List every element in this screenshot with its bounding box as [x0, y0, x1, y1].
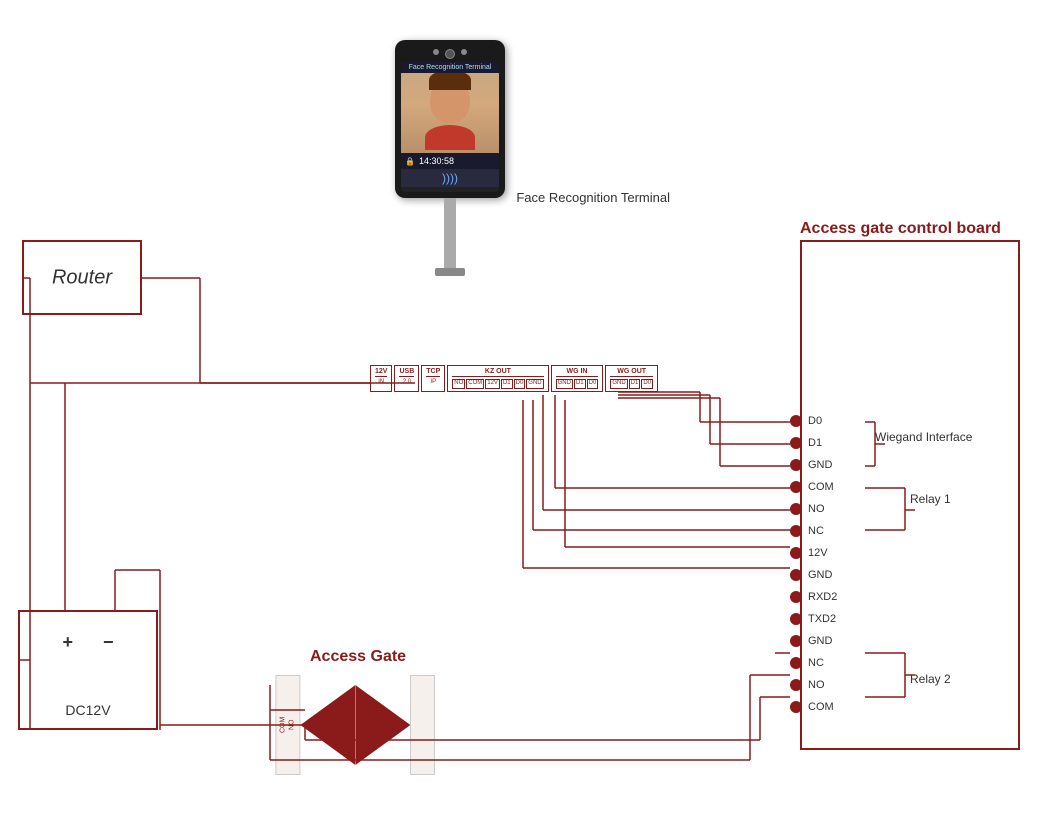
pin-dot-gnd2: [790, 569, 802, 581]
battery-box: + − DC12V: [18, 610, 158, 730]
conn-wgout: WG OUT GND D1 D0: [605, 365, 658, 392]
pin-row-d0: D0: [790, 410, 846, 432]
pin-label-gnd3: GND: [808, 635, 846, 647]
router-label: Router: [52, 266, 112, 289]
pin-label-nc: NC: [808, 525, 846, 537]
control-board-title: Access gate control board: [800, 220, 1001, 238]
pin-row-12v: 12V: [790, 542, 846, 564]
face-hair: [429, 73, 471, 90]
battery-label: DC12V: [65, 702, 110, 718]
access-gate-label: Access Gate: [310, 648, 406, 666]
lock-icon: 🔒: [405, 157, 415, 166]
terminal-screen: Face Recognition Terminal 🔒 14:30:58 )))…: [401, 62, 499, 192]
terminal-time: 🔒 14:30:58: [401, 153, 499, 169]
wiegand-label: Wiegand Interface: [875, 430, 972, 444]
pin-list: D0 D1 GND COM NO NC 12V: [790, 410, 846, 718]
time-display: 14:30:58: [419, 156, 454, 166]
status-bar: Face Recognition Terminal: [401, 62, 499, 73]
gate-wing-left: [300, 685, 355, 765]
conn-usb: USB 2.0: [394, 365, 419, 392]
pin-row-d1: D1: [790, 432, 846, 454]
pin-row-no: NO: [790, 498, 846, 520]
terminal-dot2: [461, 49, 467, 55]
conn-wgin: WG IN GND D1 D0: [551, 365, 604, 392]
pin-row-com: COM: [790, 476, 846, 498]
terminal-camera: [445, 49, 455, 59]
pin-row-no2: NO: [790, 674, 846, 696]
face-body: [425, 125, 475, 150]
pin-label-txd2: TXD2: [808, 613, 846, 625]
gate-wings: [300, 675, 410, 775]
nfc-icon: )))): [442, 171, 458, 185]
battery-terminals: + −: [62, 632, 113, 653]
pin-label-gnd1: GND: [808, 459, 846, 471]
pin-dot-rxd2: [790, 591, 802, 603]
terminal-label: Face Recognition Terminal: [516, 190, 670, 205]
pin-label-gnd2: GND: [808, 569, 846, 581]
pin-dot-nc: [790, 525, 802, 537]
battery-positive: +: [62, 632, 73, 653]
pin-dot-d0: [790, 415, 802, 427]
pin-dot-com: [790, 481, 802, 493]
pin-dot-no: [790, 503, 802, 515]
relay2-label: Relay 2: [910, 672, 951, 686]
pin-dot-nc2: [790, 657, 802, 669]
terminal-pole: [444, 198, 456, 268]
terminal-device: Face Recognition Terminal 🔒 14:30:58 )))…: [370, 40, 530, 276]
pin-label-com: COM: [808, 481, 846, 493]
gate-pin-no: NO: [289, 720, 296, 731]
pin-label-12v: 12V: [808, 547, 846, 559]
face-head: [430, 78, 470, 123]
battery-negative: −: [103, 632, 114, 653]
pin-row-nc2: NC: [790, 652, 846, 674]
conn-tcp: TCP IP: [421, 365, 445, 392]
pin-dot-com2: [790, 701, 802, 713]
relay1-label: Relay 1: [910, 492, 951, 506]
pin-label-nc2: NC: [808, 657, 846, 669]
pin-label-rxd2: RXD2: [808, 591, 846, 603]
terminal-base: [435, 268, 465, 276]
connector-block: 12V IN USB 2.0 TCP IP KZ OUT NO COM 12V …: [370, 365, 658, 392]
pin-row-com2: COM: [790, 696, 846, 718]
pin-dot-12v: [790, 547, 802, 559]
terminal-dot: [433, 49, 439, 55]
conn-kz: KZ OUT NO COM 12V D1 D0 GND: [447, 365, 548, 392]
pin-label-d1: D1: [808, 437, 846, 449]
pin-row-gnd2: GND: [790, 564, 846, 586]
pin-row-txd2: TXD2: [790, 608, 846, 630]
conn-12v: 12V IN: [370, 365, 392, 392]
nfc-area: )))): [401, 169, 499, 187]
gate-wing-right: [355, 685, 410, 765]
pin-label-no2: NO: [808, 679, 846, 691]
pin-dot-gnd1: [790, 459, 802, 471]
gate-left-panel: COM NO: [275, 675, 300, 775]
pin-row-gnd1: GND: [790, 454, 846, 476]
pin-dot-txd2: [790, 613, 802, 625]
face-area: [401, 73, 499, 153]
pin-row-gnd3: GND: [790, 630, 846, 652]
pin-dot-no2: [790, 679, 802, 691]
gate-right-panel: [410, 675, 435, 775]
pin-label-d0: D0: [808, 415, 846, 427]
pin-row-rxd2: RXD2: [790, 586, 846, 608]
face-silhouette: [425, 78, 475, 148]
router-box: Router: [22, 240, 142, 315]
pin-label-no: NO: [808, 503, 846, 515]
pin-dot-d1: [790, 437, 802, 449]
gate-device: COM NO: [275, 675, 435, 785]
gate-pin-com: COM: [280, 717, 287, 733]
pin-dot-gnd3: [790, 635, 802, 647]
diagram: Face Recognition Terminal 🔒 14:30:58 )))…: [0, 0, 1060, 828]
pin-row-nc: NC: [790, 520, 846, 542]
pin-label-com2: COM: [808, 701, 846, 713]
